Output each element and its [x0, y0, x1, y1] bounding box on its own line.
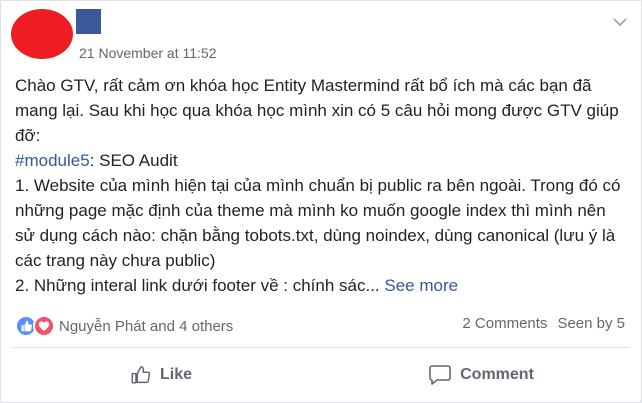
author-name-block[interactable]	[76, 9, 101, 34]
post-line-1: 1. Website của mình hiện tại của mình ch…	[15, 176, 621, 270]
comments-count[interactable]: 2 Comments	[462, 315, 547, 332]
divider	[13, 347, 629, 348]
hashtag-link[interactable]: #module5	[15, 151, 90, 170]
post-timestamp[interactable]: 21 November at 11:52	[79, 45, 217, 61]
comment-label: Comment	[460, 366, 534, 383]
action-bar: Like Comment	[1, 351, 641, 399]
like-button[interactable]: Like	[1, 351, 321, 399]
post-text: Chào GTV, rất cảm ơn khóa học Entity Mas…	[15, 73, 627, 298]
like-label: Like	[159, 366, 192, 383]
hashtag-line: #module5: SEO Audit	[15, 148, 627, 173]
see-more-link[interactable]: See more	[384, 276, 458, 295]
post-line-2: 2. Những interal link dưới footer về : c…	[15, 276, 380, 295]
chevron-down-icon[interactable]	[613, 17, 627, 27]
post-paragraph: Chào GTV, rất cảm ơn khóa học Entity Mas…	[15, 76, 619, 145]
post-card: 21 November at 11:52 Chào GTV, rất cảm ơ…	[0, 0, 642, 403]
reaction-names[interactable]: Nguyễn Phát and 4 others	[59, 318, 233, 335]
post-line-2-wrap: 2. Những interal link dưới footer về : c…	[15, 273, 627, 298]
comment-bubble-icon	[429, 365, 451, 385]
post-stats: 2 Comments Seen by 5	[462, 315, 625, 332]
reactions-summary[interactable]: Nguyễn Phát and 4 others	[15, 315, 233, 337]
thumbs-up-icon	[131, 366, 151, 384]
seen-count[interactable]: Seen by 5	[557, 315, 625, 332]
avatar[interactable]	[11, 9, 73, 59]
love-reaction-icon	[33, 315, 55, 337]
hashtag-suffix: : SEO Audit	[89, 151, 178, 170]
comment-button[interactable]: Comment	[321, 351, 641, 399]
